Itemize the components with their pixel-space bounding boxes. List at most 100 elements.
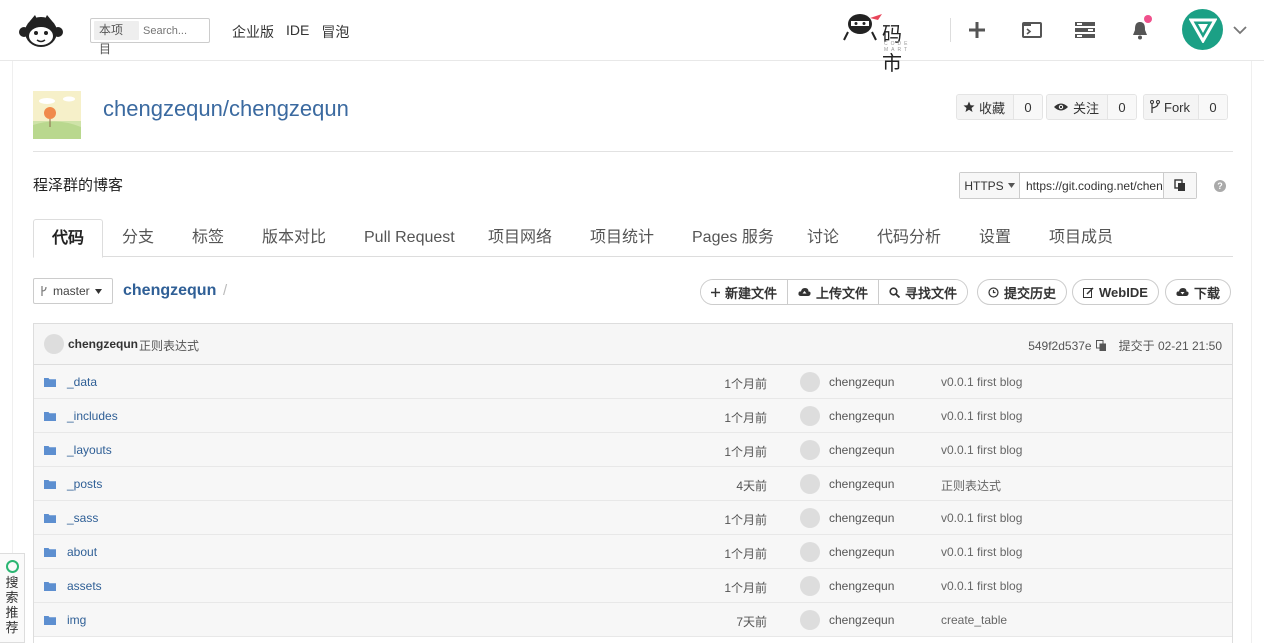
file-name[interactable]: img xyxy=(67,613,86,627)
tab-statistics[interactable]: 项目统计 xyxy=(590,219,654,257)
coding-monkey-logo[interactable] xyxy=(18,12,64,50)
file-updated-time: 7天前 xyxy=(736,615,767,629)
tab-settings[interactable]: 设置 xyxy=(979,219,1011,257)
file-author[interactable]: chengzequn xyxy=(829,477,894,491)
fork-button[interactable]: Fork xyxy=(1144,95,1199,119)
watch-button[interactable]: 关注 xyxy=(1047,95,1109,119)
file-name[interactable]: _includes xyxy=(67,409,118,423)
file-name[interactable]: about xyxy=(67,545,97,559)
nav-enterprise[interactable]: 企业版 xyxy=(232,22,274,42)
file-row[interactable]: _data 1个月前 chengzequn v0.0.1 first blog xyxy=(34,365,1232,399)
search-box[interactable]: 本项目 xyxy=(90,18,210,56)
tab-code[interactable]: 代码 xyxy=(33,219,103,258)
search-input[interactable] xyxy=(143,24,209,37)
webide-button[interactable]: WebIDE xyxy=(1072,279,1159,305)
file-author[interactable]: chengzequn xyxy=(829,375,894,389)
file-name[interactable]: _data xyxy=(67,375,97,389)
file-action-group: 新建文件 上传文件 寻找文件 xyxy=(700,279,969,305)
user-avatar[interactable] xyxy=(1182,9,1223,50)
file-commit-message[interactable]: v0.0.1 first blog xyxy=(941,511,1022,525)
commit-author-avatar[interactable] xyxy=(44,334,64,354)
upload-file-button[interactable]: 上传文件 xyxy=(788,280,880,304)
author-avatar[interactable] xyxy=(800,542,820,562)
file-name[interactable]: _layouts xyxy=(67,443,112,457)
file-author[interactable]: chengzequn xyxy=(829,545,894,559)
help-icon[interactable]: ? xyxy=(1214,180,1226,192)
tab-code-analysis[interactable]: 代码分析 xyxy=(877,219,941,257)
search-scope-label[interactable]: 本项目 xyxy=(94,21,139,56)
repo-path-root[interactable]: chengzequn xyxy=(123,282,216,300)
commit-author[interactable]: chengzequn xyxy=(68,337,138,351)
author-avatar[interactable] xyxy=(800,576,820,596)
file-commit-message[interactable]: create_table xyxy=(941,613,1007,627)
author-avatar[interactable] xyxy=(800,508,820,528)
branch-selector[interactable]: master xyxy=(33,278,113,304)
author-avatar[interactable] xyxy=(800,440,820,460)
file-name[interactable]: assets xyxy=(67,579,102,593)
copy-url-button[interactable] xyxy=(1164,173,1196,198)
codemart-logo[interactable]: 码 市 CODE MART xyxy=(842,8,938,75)
file-commit-message[interactable]: v0.0.1 first blog xyxy=(941,443,1022,457)
tab-pull-request[interactable]: Pull Request xyxy=(364,219,455,257)
download-button[interactable]: 下载 xyxy=(1165,279,1232,305)
author-avatar[interactable] xyxy=(800,474,820,494)
file-author[interactable]: chengzequn xyxy=(829,511,894,525)
file-commit-message[interactable]: 正则表达式 xyxy=(941,477,1001,494)
commit-hash[interactable]: 549f2d537e xyxy=(1028,339,1091,353)
copy-icon[interactable] xyxy=(1095,339,1107,352)
file-row[interactable]: assets 1个月前 chengzequn v0.0.1 first blog xyxy=(34,569,1232,603)
fork-button-group[interactable]: Fork 0 xyxy=(1143,94,1228,120)
tab-compare[interactable]: 版本对比 xyxy=(262,219,326,257)
watch-count[interactable]: 0 xyxy=(1108,95,1137,119)
file-commit-message[interactable]: v0.0.1 first blog xyxy=(941,545,1022,559)
terminal-icon[interactable] xyxy=(1020,18,1044,42)
commit-message[interactable]: 正则表达式 xyxy=(139,337,199,354)
star-button-group[interactable]: 收藏 0 xyxy=(956,94,1044,120)
star-button[interactable]: 收藏 xyxy=(957,95,1015,119)
file-row[interactable]: _includes 1个月前 chengzequn v0.0.1 first blog xyxy=(34,399,1232,433)
tab-pages[interactable]: Pages 服务 xyxy=(692,219,774,257)
find-file-button[interactable]: 寻找文件 xyxy=(879,280,968,304)
download-label: 下载 xyxy=(1194,285,1221,301)
commit-history-button[interactable]: 提交历史 xyxy=(977,279,1068,305)
author-avatar[interactable] xyxy=(800,406,820,426)
file-author[interactable]: chengzequn xyxy=(829,409,894,423)
file-name[interactable]: _sass xyxy=(67,511,98,525)
file-commit-message[interactable]: v0.0.1 first blog xyxy=(941,579,1022,593)
tab-discussion[interactable]: 讨论 xyxy=(807,219,839,257)
plus-icon[interactable] xyxy=(965,18,989,42)
tab-network[interactable]: 项目网络 xyxy=(488,219,552,257)
folder-icon xyxy=(44,480,56,489)
nav-bubble[interactable]: 冒泡 xyxy=(321,22,349,42)
tab-tags[interactable]: 标签 xyxy=(192,219,224,257)
project-title[interactable]: chengzequn/chengzequn xyxy=(103,96,349,122)
clone-protocol-select[interactable]: HTTPS xyxy=(960,173,1020,198)
search-recommend-widget[interactable]: 搜索推荐 xyxy=(0,553,25,643)
file-updated-time: 1个月前 xyxy=(724,377,767,391)
file-commit-message[interactable]: v0.0.1 first blog xyxy=(941,409,1022,423)
tab-branches[interactable]: 分支 xyxy=(122,219,154,257)
star-label: 收藏 xyxy=(979,100,1006,116)
chevron-down-icon[interactable] xyxy=(1232,22,1248,38)
watch-button-group[interactable]: 关注 0 xyxy=(1046,94,1138,120)
server-icon[interactable] xyxy=(1073,18,1097,42)
file-row[interactable]: img 7天前 chengzequn create_table xyxy=(34,603,1232,637)
file-row[interactable]: about 1个月前 chengzequn v0.0.1 first blog xyxy=(34,535,1232,569)
file-row[interactable]: _posts 4天前 chengzequn 正则表达式 xyxy=(34,467,1232,501)
author-avatar[interactable] xyxy=(800,372,820,392)
nav-ide[interactable]: IDE xyxy=(286,22,309,42)
file-author[interactable]: chengzequn xyxy=(829,613,894,627)
file-author[interactable]: chengzequn xyxy=(829,579,894,593)
new-file-button[interactable]: 新建文件 xyxy=(701,280,789,304)
file-row[interactable]: _sass 1个月前 chengzequn v0.0.1 first blog xyxy=(34,501,1232,535)
tab-members[interactable]: 项目成员 xyxy=(1049,219,1113,257)
file-row[interactable]: _layouts 1个月前 chengzequn v0.0.1 first blog xyxy=(34,433,1232,467)
star-count[interactable]: 0 xyxy=(1014,95,1043,119)
file-commit-message[interactable]: v0.0.1 first blog xyxy=(941,375,1022,389)
author-avatar[interactable] xyxy=(800,610,820,630)
caret-down-icon xyxy=(1007,183,1015,188)
fork-count[interactable]: 0 xyxy=(1199,95,1227,119)
clone-url-field[interactable]: https://git.coding.net/chengzequn/chengz… xyxy=(1020,173,1164,198)
file-name[interactable]: _posts xyxy=(67,477,102,491)
file-author[interactable]: chengzequn xyxy=(829,443,894,457)
